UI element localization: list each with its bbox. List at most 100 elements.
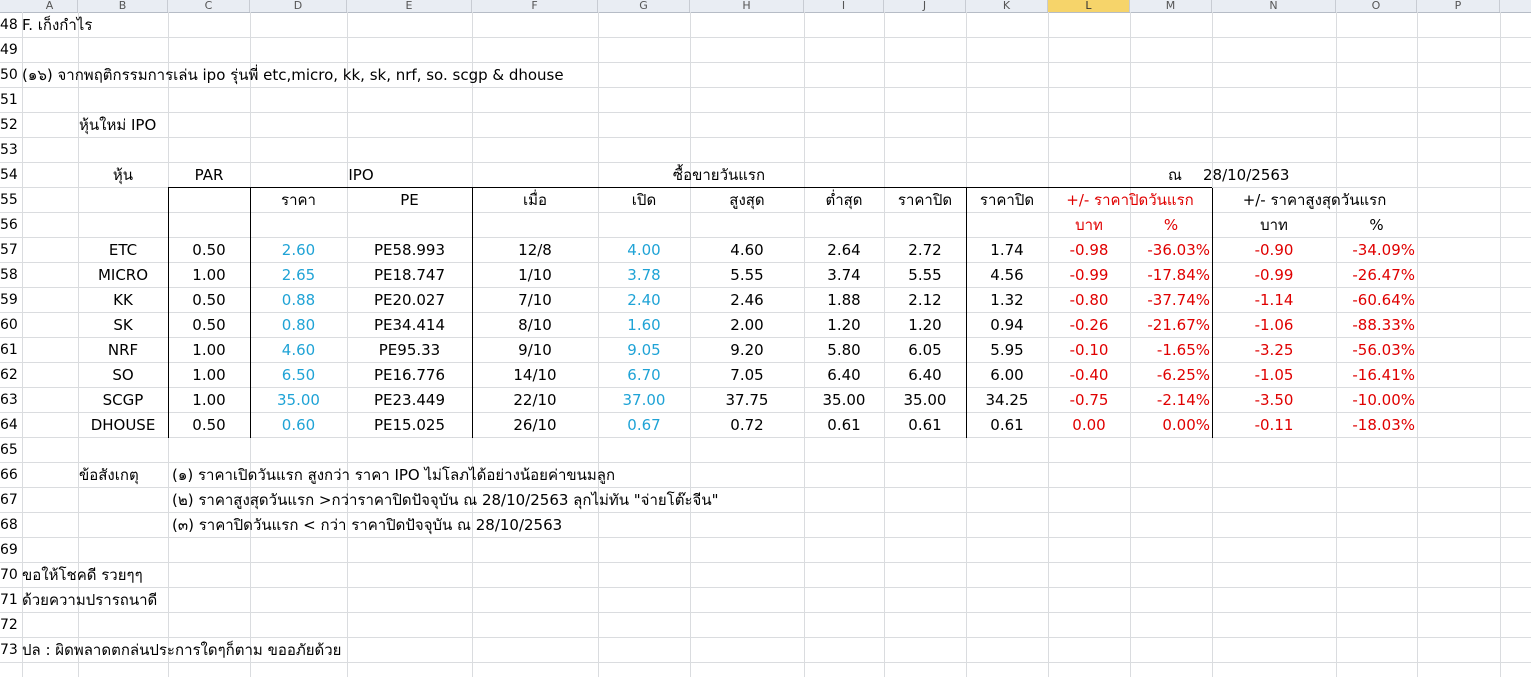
table-cell-close[interactable]: 6.40 bbox=[884, 363, 966, 388]
row-header-72[interactable]: 72 bbox=[0, 613, 20, 638]
column-header-i[interactable]: I bbox=[804, 0, 884, 12]
table-cell-price[interactable]: 0.80 bbox=[250, 313, 347, 338]
table-cell-when[interactable]: 26/10 bbox=[472, 413, 598, 438]
table-cell-d1b[interactable]: -0.99 bbox=[1048, 263, 1130, 288]
table-cell-par[interactable]: 0.50 bbox=[168, 313, 250, 338]
table-cell-now[interactable]: 0.61 bbox=[966, 413, 1048, 438]
table-cell-now[interactable]: 1.74 bbox=[966, 238, 1048, 263]
table-cell-when[interactable]: 9/10 bbox=[472, 338, 598, 363]
row-header-49[interactable]: 49 bbox=[0, 38, 20, 63]
table-cell-open[interactable]: 9.05 bbox=[598, 338, 690, 363]
table-cell-d2b[interactable]: -1.14 bbox=[1212, 288, 1336, 313]
table-cell-d1p[interactable]: 0.00% bbox=[1130, 413, 1210, 438]
table-cell-high[interactable]: 7.05 bbox=[690, 363, 804, 388]
row-header-50[interactable]: 50 bbox=[0, 63, 20, 88]
table-cell-pe[interactable]: PE23.449 bbox=[347, 388, 472, 413]
table-cell-d2p[interactable]: -16.41% bbox=[1336, 363, 1415, 388]
row-header-54[interactable]: 54 bbox=[0, 163, 20, 188]
table-cell-d1p[interactable]: -37.74% bbox=[1130, 288, 1210, 313]
table-cell-open[interactable]: 2.40 bbox=[598, 288, 690, 313]
table-cell-d1p[interactable]: -2.14% bbox=[1130, 388, 1210, 413]
row-header-61[interactable]: 61 bbox=[0, 338, 20, 363]
table-cell-high[interactable]: 37.75 bbox=[690, 388, 804, 413]
column-header-k[interactable]: K bbox=[966, 0, 1048, 12]
table-cell-pe[interactable]: PE16.776 bbox=[347, 363, 472, 388]
table-cell-low[interactable]: 2.64 bbox=[804, 238, 884, 263]
column-header-l[interactable]: L bbox=[1048, 0, 1130, 12]
table-cell-d2p[interactable]: -34.09% bbox=[1336, 238, 1415, 263]
column-header-b[interactable]: B bbox=[78, 0, 168, 12]
row-header-52[interactable]: 52 bbox=[0, 113, 20, 138]
table-cell-when[interactable]: 12/8 bbox=[472, 238, 598, 263]
table-cell-low[interactable]: 35.00 bbox=[804, 388, 884, 413]
table-cell-d2p[interactable]: -60.64% bbox=[1336, 288, 1415, 313]
table-cell-par[interactable]: 0.50 bbox=[168, 238, 250, 263]
row-header-58[interactable]: 58 bbox=[0, 263, 20, 288]
table-cell-close[interactable]: 2.12 bbox=[884, 288, 966, 313]
row-header-67[interactable]: 67 bbox=[0, 488, 20, 513]
table-cell-high[interactable]: 5.55 bbox=[690, 263, 804, 288]
table-cell-d2b[interactable]: -3.25 bbox=[1212, 338, 1336, 363]
row-header-55[interactable]: 55 bbox=[0, 188, 20, 213]
table-cell-low[interactable]: 3.74 bbox=[804, 263, 884, 288]
table-cell-high[interactable]: 2.46 bbox=[690, 288, 804, 313]
table-cell-now[interactable]: 6.00 bbox=[966, 363, 1048, 388]
table-cell-open[interactable]: 1.60 bbox=[598, 313, 690, 338]
row-header-65[interactable]: 65 bbox=[0, 438, 20, 463]
table-cell-price[interactable]: 2.60 bbox=[250, 238, 347, 263]
column-header-j[interactable]: J bbox=[884, 0, 966, 12]
row-header-57[interactable]: 57 bbox=[0, 238, 20, 263]
table-cell-d2p[interactable]: -56.03% bbox=[1336, 338, 1415, 363]
table-cell-close[interactable]: 5.55 bbox=[884, 263, 966, 288]
table-cell-high[interactable]: 9.20 bbox=[690, 338, 804, 363]
table-cell-now[interactable]: 5.95 bbox=[966, 338, 1048, 363]
table-cell-open[interactable]: 6.70 bbox=[598, 363, 690, 388]
table-cell-par[interactable]: 1.00 bbox=[168, 338, 250, 363]
table-cell-pe[interactable]: PE58.993 bbox=[347, 238, 472, 263]
table-cell-close[interactable]: 6.05 bbox=[884, 338, 966, 363]
table-cell-low[interactable]: 1.20 bbox=[804, 313, 884, 338]
table-cell-d1b[interactable]: 0.00 bbox=[1048, 413, 1130, 438]
row-header-51[interactable]: 51 bbox=[0, 88, 20, 113]
table-cell-stock[interactable]: NRF bbox=[78, 338, 168, 363]
table-cell-par[interactable]: 1.00 bbox=[168, 263, 250, 288]
row-header-59[interactable]: 59 bbox=[0, 288, 20, 313]
row-header-64[interactable]: 64 bbox=[0, 413, 20, 438]
column-header-c[interactable]: C bbox=[168, 0, 250, 12]
table-cell-low[interactable]: 6.40 bbox=[804, 363, 884, 388]
table-cell-close[interactable]: 35.00 bbox=[884, 388, 966, 413]
table-cell-price[interactable]: 0.88 bbox=[250, 288, 347, 313]
table-cell-when[interactable]: 14/10 bbox=[472, 363, 598, 388]
table-cell-stock[interactable]: ETC bbox=[78, 238, 168, 263]
column-header-a[interactable]: A bbox=[22, 0, 78, 12]
table-cell-d2p[interactable]: -10.00% bbox=[1336, 388, 1415, 413]
table-cell-d2b[interactable]: -1.05 bbox=[1212, 363, 1336, 388]
table-cell-low[interactable]: 1.88 bbox=[804, 288, 884, 313]
row-header-69[interactable]: 69 bbox=[0, 538, 20, 563]
row-header-68[interactable]: 68 bbox=[0, 513, 20, 538]
row-header-73[interactable]: 73 bbox=[0, 638, 20, 663]
table-cell-stock[interactable]: SCGP bbox=[78, 388, 168, 413]
row-header-63[interactable]: 63 bbox=[0, 388, 20, 413]
table-cell-stock[interactable]: KK bbox=[78, 288, 168, 313]
table-cell-close[interactable]: 1.20 bbox=[884, 313, 966, 338]
table-cell-open[interactable]: 3.78 bbox=[598, 263, 690, 288]
column-header-m[interactable]: M bbox=[1130, 0, 1212, 12]
row-header-66[interactable]: 66 bbox=[0, 463, 20, 488]
column-header-p[interactable]: P bbox=[1417, 0, 1500, 12]
table-cell-when[interactable]: 8/10 bbox=[472, 313, 598, 338]
table-cell-price[interactable]: 0.60 bbox=[250, 413, 347, 438]
row-header-60[interactable]: 60 bbox=[0, 313, 20, 338]
table-cell-d1p[interactable]: -17.84% bbox=[1130, 263, 1210, 288]
table-cell-low[interactable]: 5.80 bbox=[804, 338, 884, 363]
row-header-56[interactable]: 56 bbox=[0, 213, 20, 238]
table-cell-close[interactable]: 0.61 bbox=[884, 413, 966, 438]
table-cell-par[interactable]: 0.50 bbox=[168, 413, 250, 438]
table-cell-price[interactable]: 6.50 bbox=[250, 363, 347, 388]
table-cell-d1p[interactable]: -6.25% bbox=[1130, 363, 1210, 388]
table-cell-open[interactable]: 0.67 bbox=[598, 413, 690, 438]
table-cell-when[interactable]: 1/10 bbox=[472, 263, 598, 288]
table-cell-d2p[interactable]: -26.47% bbox=[1336, 263, 1415, 288]
table-cell-price[interactable]: 35.00 bbox=[250, 388, 347, 413]
table-cell-d2b[interactable]: -0.90 bbox=[1212, 238, 1336, 263]
